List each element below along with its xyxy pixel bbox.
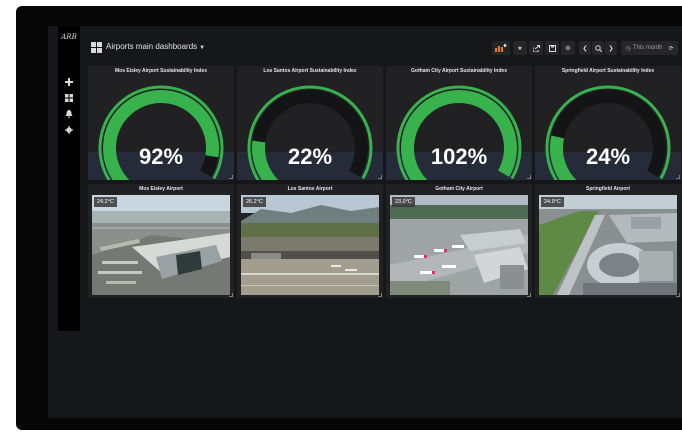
airport-photo: 24.2°C [92, 195, 230, 295]
chevron-right-icon: ❯ [608, 45, 614, 52]
airport-panel[interactable]: Los Santos Airport 26.2°C [237, 184, 383, 298]
panel-resize-handle[interactable] [527, 293, 531, 297]
dashboard-grid-icon [91, 42, 102, 53]
panel-resize-handle[interactable] [229, 175, 233, 179]
plus-icon[interactable] [63, 76, 75, 88]
airport-panel-title: Los Santos Airport [287, 186, 333, 192]
refresh-button[interactable]: ⟳ [664, 41, 678, 55]
save-icon [548, 44, 556, 52]
gauge-value: 24% [585, 144, 631, 169]
panel-resize-handle[interactable] [676, 293, 680, 297]
add-panel-icon [495, 44, 507, 52]
gauge-value: 22% [287, 144, 333, 169]
gauge-panel[interactable]: Springfield Airport Sustainability Index… [535, 66, 681, 180]
gear-icon: ⚙ [565, 45, 571, 52]
temperature-badge: 26.2°C [243, 197, 266, 207]
side-menu: ARB [58, 26, 80, 331]
share-button[interactable] [529, 41, 543, 55]
airport-panel-title: Springfield Airport [586, 186, 630, 192]
airport-aerial-image [241, 195, 379, 295]
grafana-logo[interactable]: ARB [60, 34, 78, 48]
temperature-badge: 23.0°C [392, 197, 415, 207]
temperature-badge: 24.2°C [94, 197, 117, 207]
airport-panel-title: Gotham City Airport [435, 186, 483, 192]
zoom-out-button[interactable] [592, 41, 604, 55]
panel-resize-handle[interactable] [676, 175, 680, 179]
caret-down-icon: ▼ [199, 45, 206, 51]
airport-photo: 24.9°C [539, 195, 677, 295]
panel-resize-handle[interactable] [229, 293, 233, 297]
clock-icon: ◷ [625, 45, 631, 52]
time-back-button[interactable]: ❮ [579, 41, 591, 55]
time-range-label: This month [632, 45, 663, 51]
chevron-left-icon: ❮ [582, 45, 588, 52]
zoom-out-icon [594, 44, 602, 52]
gear-icon[interactable] [63, 124, 75, 136]
time-range-picker[interactable]: ◷ This month [621, 41, 667, 55]
dashboard-screen: ARB Airports main dashboards ▼ ★ ⚙ ❮ ❯ ◷… [48, 26, 682, 418]
bell-icon[interactable] [63, 108, 75, 120]
top-navbar: Airports main dashboards ▼ ★ ⚙ ❮ ❯ ◷ This … [86, 38, 682, 58]
airport-aerial-image [92, 195, 230, 295]
dashboard-title-text: Airports main dashboards [106, 42, 198, 51]
dashboard-title[interactable]: Airports main dashboards ▼ [106, 42, 205, 51]
gauge-panel[interactable]: Gotham City Airport Sustainability Index… [386, 66, 532, 180]
airport-panel[interactable]: Mos Eisley Airport 24.2°C [88, 184, 234, 298]
panel-resize-handle[interactable] [378, 175, 382, 179]
airport-photo: 26.2°C [241, 195, 379, 295]
dashboards-icon[interactable] [63, 92, 75, 104]
time-forward-button[interactable]: ❯ [605, 41, 617, 55]
panel-resize-handle[interactable] [527, 175, 531, 179]
panel-resize-handle[interactable] [378, 293, 382, 297]
gauge-panel[interactable]: Los Santos Airport Sustainability Index 2… [237, 66, 383, 180]
gauge-panel[interactable]: Mos Eisley Airport Sustainability Index 9… [88, 66, 234, 180]
airport-aerial-image [539, 195, 677, 295]
refresh-icon: ⟳ [668, 45, 674, 52]
airport-panel[interactable]: Springfield Airport 24.9°C [535, 184, 681, 298]
share-icon [532, 44, 540, 52]
settings-button[interactable]: ⚙ [561, 41, 575, 55]
airport-panel-title: Mos Eisley Airport [139, 186, 183, 192]
save-button[interactable] [545, 41, 559, 55]
star-icon: ★ [517, 45, 523, 52]
gauge-value: 102% [430, 144, 488, 169]
gauge-value: 92% [138, 144, 184, 169]
airport-aerial-image [390, 195, 528, 295]
airport-photo: 23.0°C [390, 195, 528, 295]
airport-panel[interactable]: Gotham City Airport 23.0°C [386, 184, 532, 298]
monitor-bezel: ARB Airports main dashboards ▼ ★ ⚙ ❮ ❯ ◷… [16, 6, 682, 430]
temperature-badge: 24.9°C [541, 197, 564, 207]
star-button[interactable]: ★ [513, 41, 527, 55]
add-panel-button[interactable] [492, 41, 510, 55]
